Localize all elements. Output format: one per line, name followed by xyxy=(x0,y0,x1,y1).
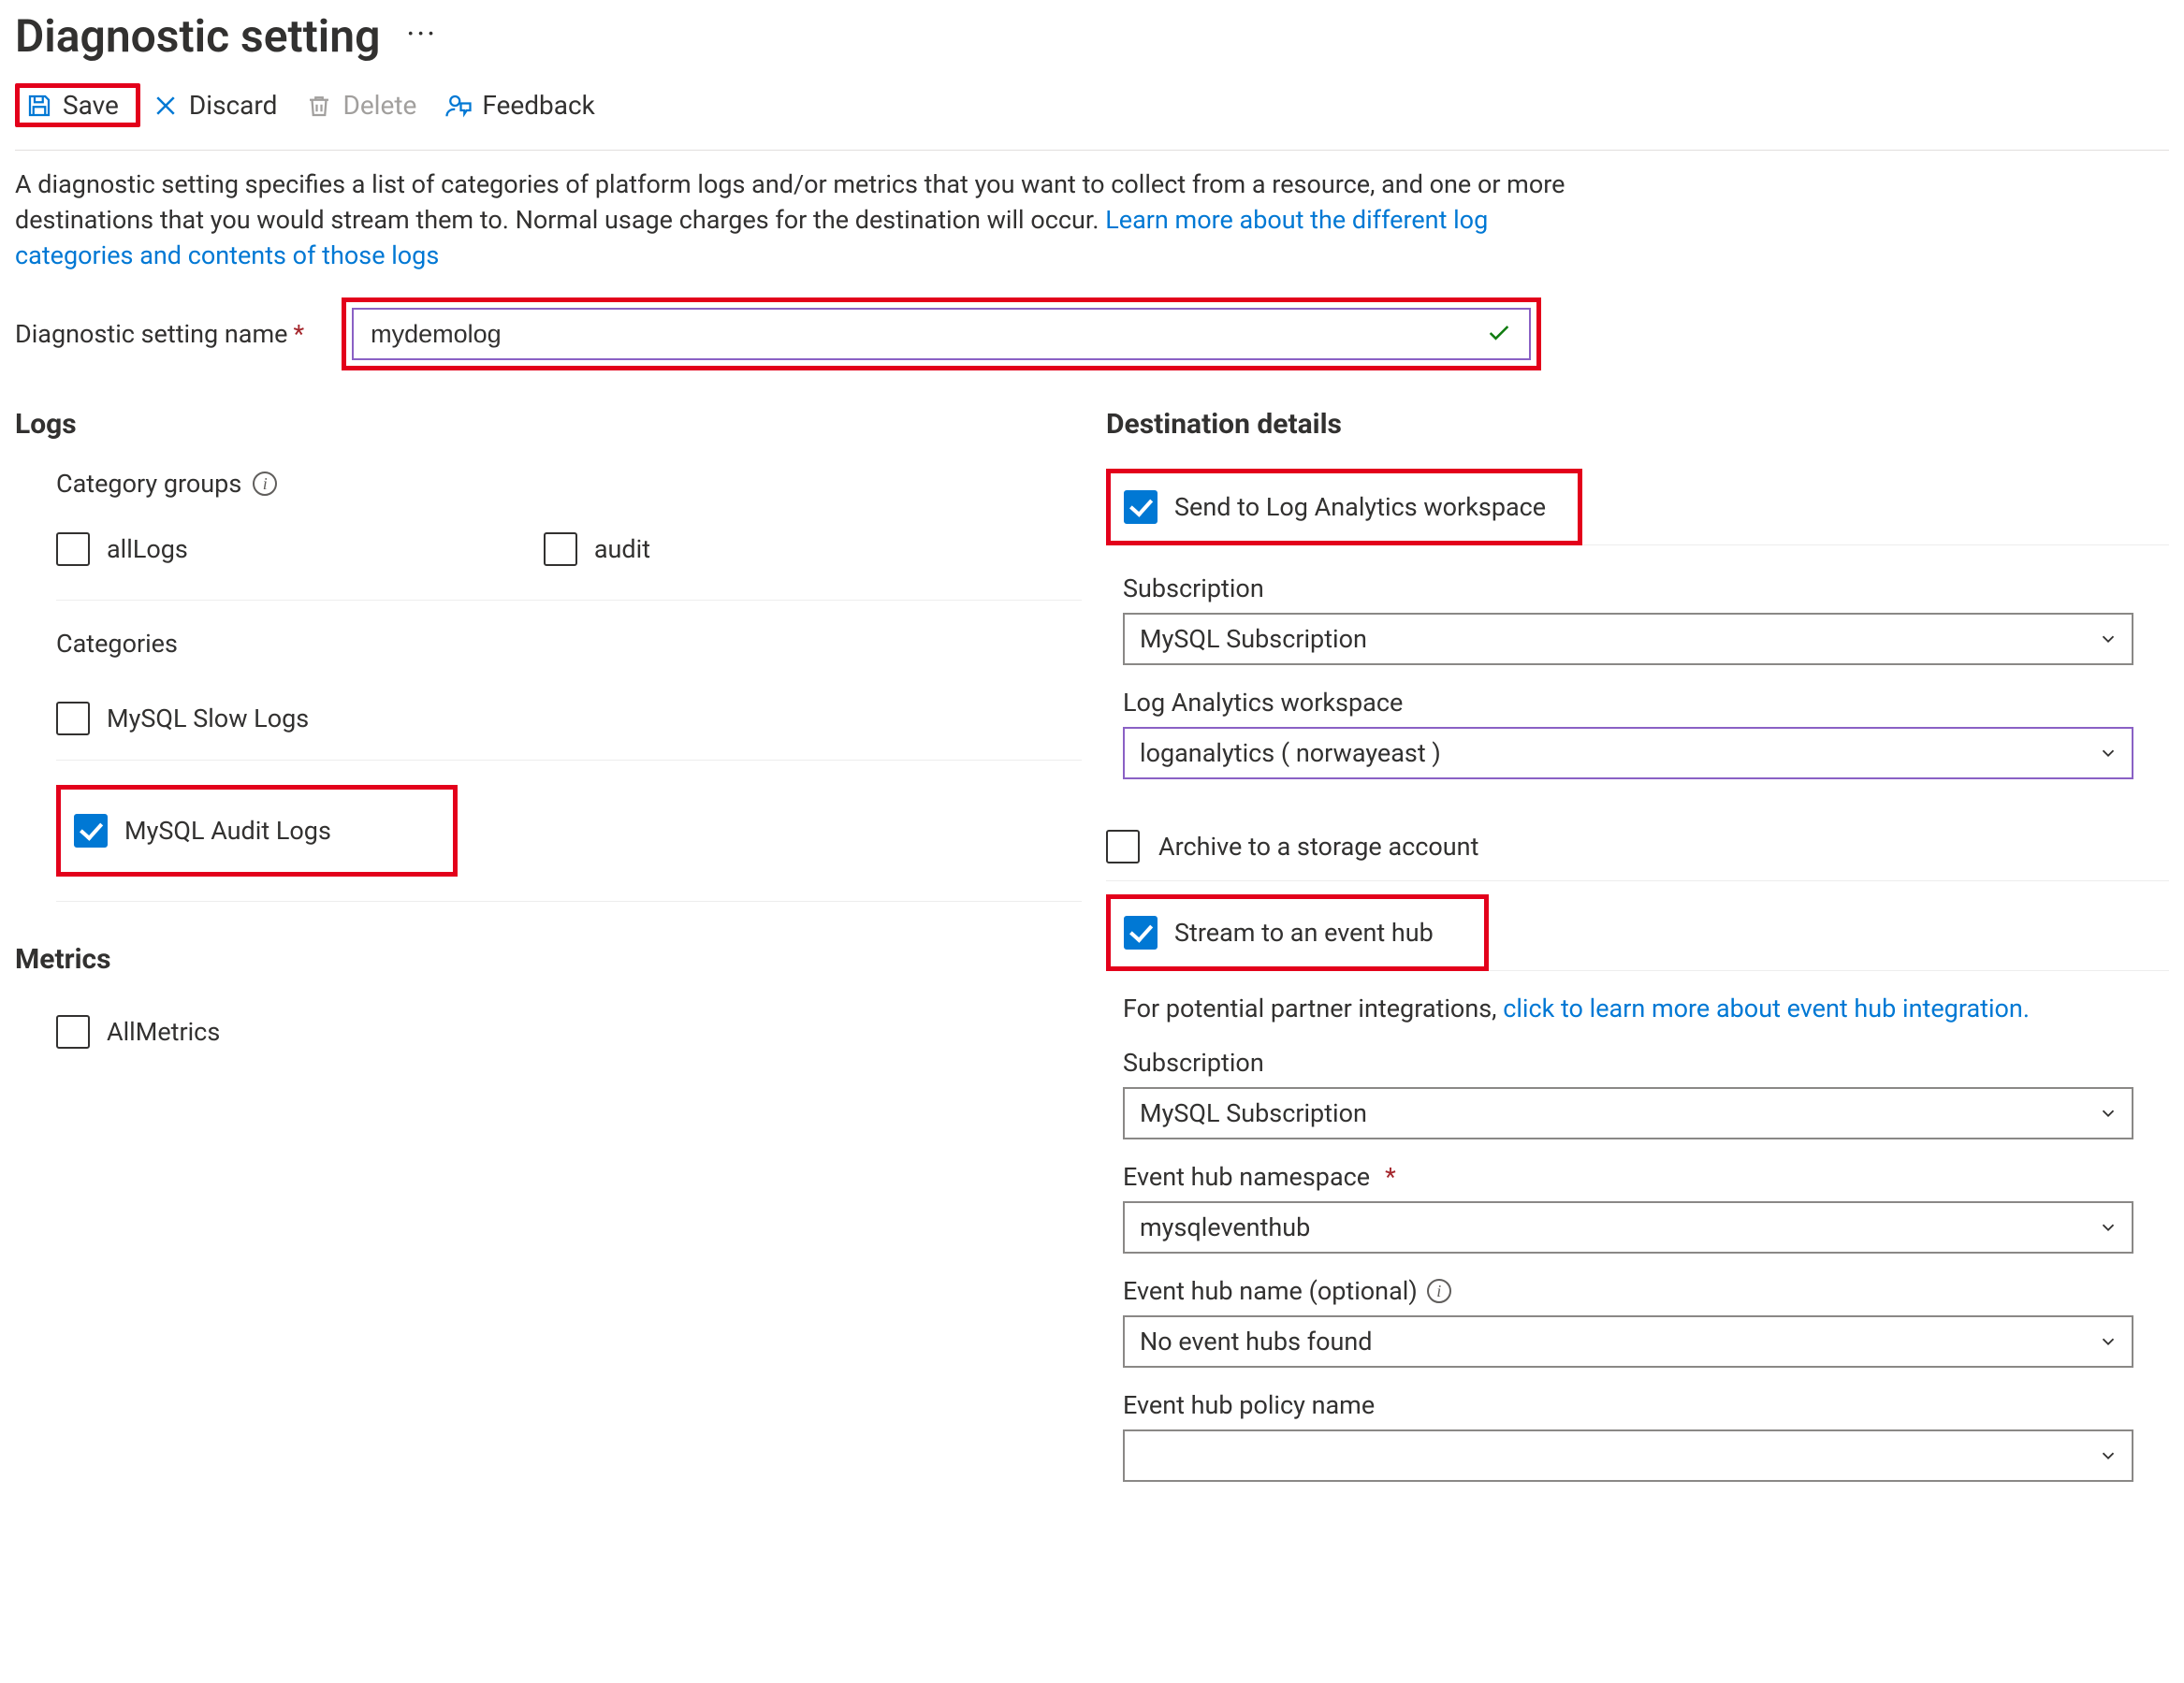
feedback-label: Feedback xyxy=(482,90,594,121)
law-label: Send to Log Analytics workspace xyxy=(1174,492,1546,522)
chevron-down-icon xyxy=(2098,743,2118,763)
eh-subscription-dropdown[interactable]: MySQL Subscription xyxy=(1123,1087,2133,1139)
partner-integrations-text: For potential partner integrations, clic… xyxy=(1123,994,2169,1023)
eventhub-checkbox[interactable] xyxy=(1124,916,1158,950)
logs-heading: Logs xyxy=(15,408,1082,441)
audit-label: audit xyxy=(594,534,650,564)
alllogs-checkbox[interactable] xyxy=(56,532,90,566)
setting-name-input[interactable] xyxy=(352,308,1531,360)
save-button[interactable]: Save xyxy=(15,83,140,127)
description-text: A diagnostic setting specifies a list of… xyxy=(15,167,1587,273)
eh-name-label: Event hub name (optional) i xyxy=(1123,1276,2169,1306)
slowlogs-label: MySQL Slow Logs xyxy=(107,704,309,733)
law-subscription-dropdown[interactable]: MySQL Subscription xyxy=(1123,613,2133,665)
eh-name-value: No event hubs found xyxy=(1140,1327,1373,1357)
law-subscription-value: MySQL Subscription xyxy=(1140,624,1367,654)
slowlogs-checkbox[interactable] xyxy=(56,702,90,735)
chevron-down-icon xyxy=(2098,1217,2118,1238)
law-workspace-value: loganalytics ( norwayeast ) xyxy=(1140,738,1441,768)
info-icon[interactable]: i xyxy=(253,472,277,496)
chevron-down-icon xyxy=(2098,629,2118,649)
allmetrics-checkbox[interactable] xyxy=(56,1015,90,1049)
storage-checkbox[interactable] xyxy=(1106,830,1140,863)
delete-button: Delete xyxy=(298,84,433,126)
category-groups-label: Category groups i xyxy=(56,469,1082,499)
allmetrics-label: AllMetrics xyxy=(107,1017,220,1047)
feedback-icon xyxy=(444,92,473,120)
save-icon xyxy=(25,92,53,120)
auditlogs-label: MySQL Audit Logs xyxy=(124,816,331,846)
setting-name-label: Diagnostic setting name* xyxy=(15,319,304,349)
eh-namespace-label: Event hub namespace* xyxy=(1123,1162,2169,1192)
law-checkbox[interactable] xyxy=(1124,490,1158,524)
chevron-down-icon xyxy=(2098,1103,2118,1124)
trash-icon xyxy=(305,92,333,120)
info-icon[interactable]: i xyxy=(1427,1279,1451,1303)
eh-name-dropdown[interactable]: No event hubs found xyxy=(1123,1315,2133,1368)
discard-button[interactable]: Discard xyxy=(144,84,295,126)
valid-check-icon xyxy=(1486,320,1512,346)
more-icon[interactable]: ··· xyxy=(406,16,437,53)
close-icon xyxy=(152,92,180,120)
page-title: Diagnostic setting xyxy=(15,9,380,63)
delete-label: Delete xyxy=(342,90,416,121)
save-label: Save xyxy=(63,90,119,121)
toolbar: Save Discard Delete Feedback xyxy=(15,83,2169,151)
chevron-down-icon xyxy=(2098,1331,2118,1352)
eh-subscription-label: Subscription xyxy=(1123,1048,2169,1078)
audit-checkbox[interactable] xyxy=(544,532,577,566)
categories-label: Categories xyxy=(56,629,1082,659)
discard-label: Discard xyxy=(189,90,278,121)
eh-namespace-value: mysqleventhub xyxy=(1140,1212,1310,1242)
feedback-button[interactable]: Feedback xyxy=(437,84,611,126)
eh-subscription-value: MySQL Subscription xyxy=(1140,1098,1367,1128)
alllogs-label: allLogs xyxy=(107,534,188,564)
eh-namespace-dropdown[interactable]: mysqleventhub xyxy=(1123,1201,2133,1254)
law-workspace-dropdown[interactable]: loganalytics ( norwayeast ) xyxy=(1123,727,2133,779)
law-workspace-label: Log Analytics workspace xyxy=(1123,688,2169,718)
law-subscription-label: Subscription xyxy=(1123,573,2169,603)
storage-label: Archive to a storage account xyxy=(1158,832,1478,862)
eh-policy-label: Event hub policy name xyxy=(1123,1390,2169,1420)
destination-heading: Destination details xyxy=(1106,408,2169,441)
eh-policy-dropdown[interactable] xyxy=(1123,1429,2133,1482)
partner-integrations-link[interactable]: click to learn more about event hub inte… xyxy=(1503,994,2030,1023)
eventhub-label: Stream to an event hub xyxy=(1174,918,1434,948)
chevron-down-icon xyxy=(2098,1445,2118,1466)
auditlogs-checkbox[interactable] xyxy=(74,814,108,848)
metrics-heading: Metrics xyxy=(15,943,1082,976)
